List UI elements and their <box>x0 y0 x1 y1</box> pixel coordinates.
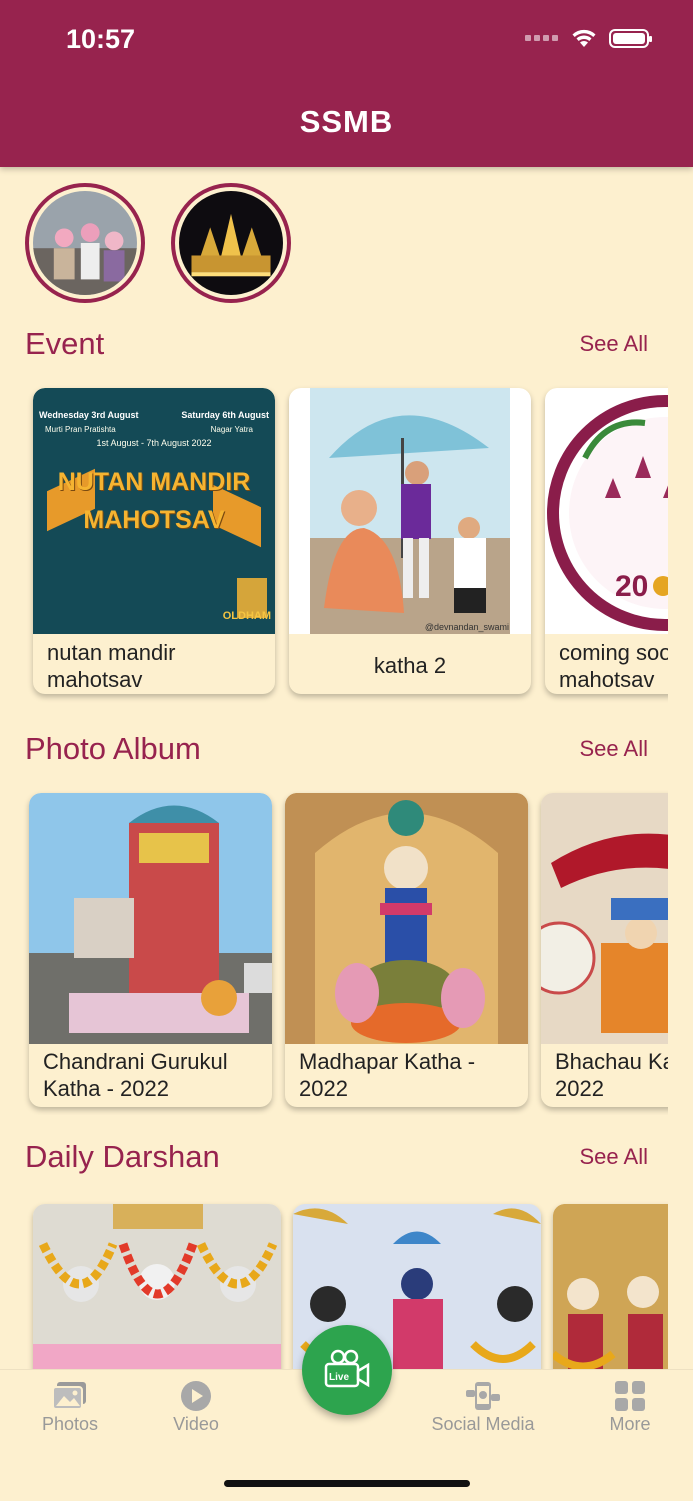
story-circle-2[interactable] <box>171 183 291 303</box>
image-credit: @devnandan_swami <box>424 622 509 632</box>
event-card[interactable]: 20 coming soon mahotsav <box>545 388 668 694</box>
banner-right-sub: Nagar Yatra <box>210 425 253 434</box>
battery-icon <box>609 28 652 48</box>
app-header: 10:57 SSMB <box>0 0 693 167</box>
photos-icon <box>52 1382 86 1410</box>
event-card-title: nutan mandir mahotsav <box>47 640 176 692</box>
event-card[interactable]: @devnandan_swami katha 2 <box>289 388 531 694</box>
photo-album-carousel[interactable]: Chandrani Gurukul Katha - 2022 Madhapar … <box>0 785 668 1115</box>
live-label: Live <box>329 1372 349 1383</box>
nav-more[interactable]: More <box>590 1370 670 1435</box>
banner-right-date: Saturday 6th August <box>181 410 269 420</box>
play-icon <box>181 1381 211 1411</box>
nav-more-label: More <box>609 1414 651 1434</box>
page-title: SSMB <box>299 104 394 139</box>
event-card-image: Wednesday 3rd August Murti Pran Pratisht… <box>33 388 275 634</box>
banner-left-date: Wednesday 3rd August <box>39 410 139 420</box>
social-media-icon <box>466 1382 500 1410</box>
event-see-all-link[interactable]: See All <box>580 331 649 357</box>
album-card-title: Madhapar Katha - 2022 <box>299 1049 476 1101</box>
darshan-card[interactable] <box>553 1204 668 1369</box>
story-circle-1[interactable] <box>25 183 145 303</box>
event-carousel[interactable]: Wednesday 3rd August Murti Pran Pratisht… <box>0 380 668 710</box>
album-card-title: Bhachau Katha - 2022 <box>555 1049 668 1101</box>
banner-brand: OLDHAM <box>222 610 271 622</box>
status-time: 10:57 <box>66 24 136 54</box>
album-card-image <box>541 793 668 1044</box>
event-card-image: @devnandan_swami <box>289 388 531 634</box>
live-camera-icon: Live <box>324 1349 370 1388</box>
grid-icon <box>615 1381 645 1411</box>
daily-darshan-section-title: Daily Darshan <box>25 1139 220 1174</box>
nav-social-media[interactable]: Social Media <box>420 1370 546 1435</box>
darshan-card-image <box>33 1204 281 1369</box>
event-card-image: 20 <box>545 388 668 634</box>
event-card[interactable]: Wednesday 3rd August Murti Pran Pratisht… <box>33 388 275 694</box>
nav-photos[interactable]: Photos <box>30 1370 110 1435</box>
home-indicator <box>224 1480 470 1487</box>
nav-video[interactable]: Video <box>156 1370 236 1435</box>
story-image <box>33 191 137 295</box>
banner-left-sub: Murti Pran Pratishta <box>45 425 116 434</box>
banner-dates: 1st August - 7th August 2022 <box>96 438 212 448</box>
album-card-image <box>285 793 528 1044</box>
event-card-title: katha 2 <box>373 653 447 678</box>
nav-social-media-label: Social Media <box>431 1414 535 1434</box>
album-card[interactable]: Madhapar Katha - 2022 <box>285 793 528 1107</box>
svg-text:20: 20 <box>615 570 648 603</box>
daily-darshan-see-all-link[interactable]: See All <box>580 1144 649 1170</box>
nav-video-label: Video <box>173 1414 219 1434</box>
cellular-signal-icon <box>525 35 559 41</box>
event-card-title: coming soon mahotsav <box>559 640 668 692</box>
wifi-icon <box>572 29 596 47</box>
photo-album-section-title: Photo Album <box>25 731 201 766</box>
event-section-title: Event <box>25 326 105 361</box>
nav-photos-label: Photos <box>41 1414 99 1434</box>
status-icons <box>525 28 652 48</box>
darshan-card-image <box>553 1204 668 1369</box>
darshan-card[interactable] <box>33 1204 281 1369</box>
album-card[interactable]: Bhachau Katha - 2022 <box>541 793 668 1107</box>
story-image <box>179 191 283 295</box>
live-button[interactable]: Live <box>302 1325 392 1415</box>
banner-heading: NUTAN MANDIR MAHOTSAV <box>57 468 251 534</box>
album-card-image <box>29 793 272 1044</box>
album-card-title: Chandrani Gurukul Katha - 2022 <box>43 1049 228 1101</box>
album-card[interactable]: Chandrani Gurukul Katha - 2022 <box>29 793 272 1107</box>
photo-album-see-all-link[interactable]: See All <box>580 736 649 762</box>
